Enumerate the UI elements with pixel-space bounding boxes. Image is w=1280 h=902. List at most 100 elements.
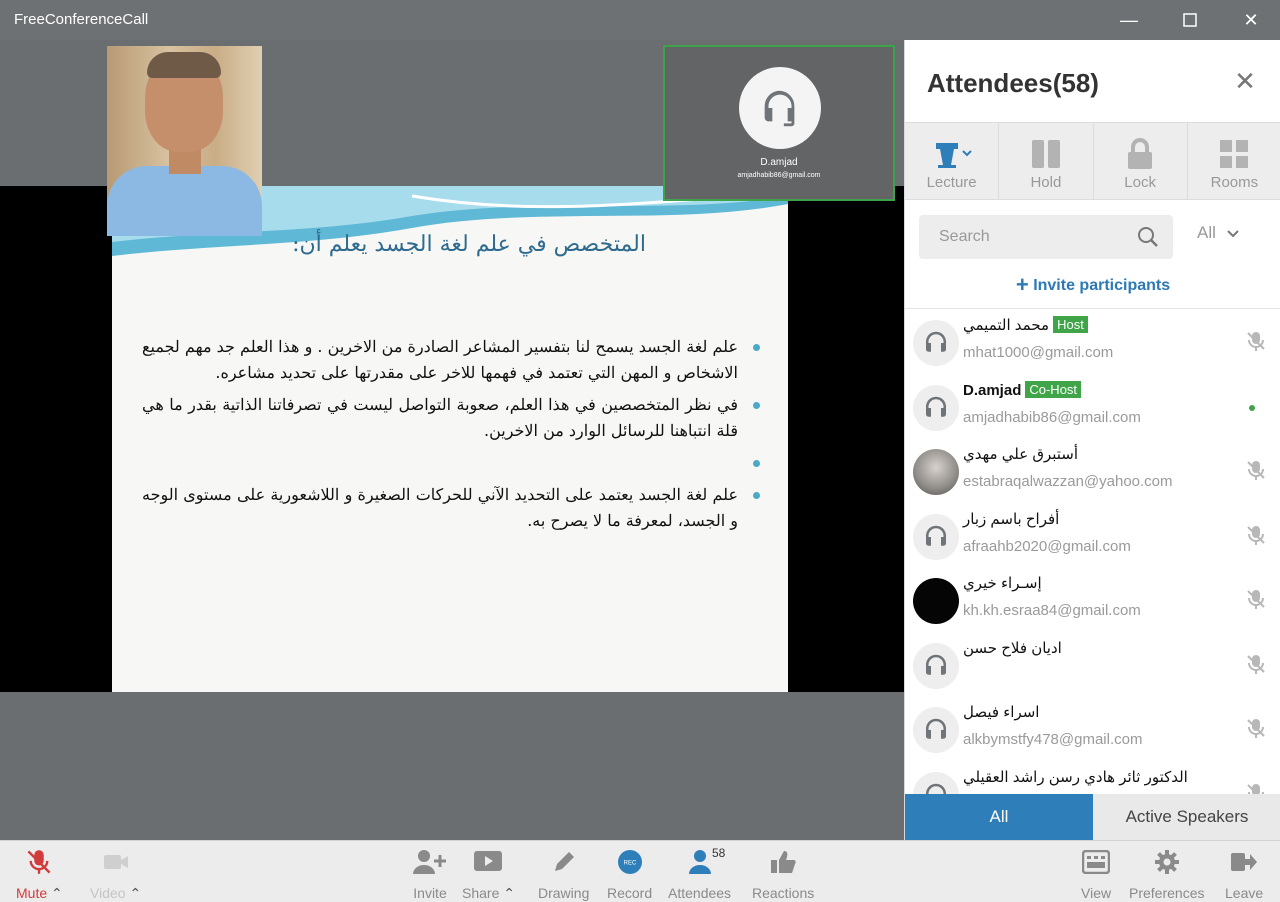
host-badge: Host [1053,316,1088,333]
title-bar: FreeConferenceCall — ✕ [0,0,1280,40]
minimize-button[interactable]: — [1114,6,1144,34]
record-icon: REC [607,849,652,875]
video-stage: المتخصص في علم لغة الجسد يعلم أن: علم لغ… [0,40,904,840]
self-camera-video[interactable] [107,46,262,236]
attendee-email: kh.kh.esraa84@gmail.com [963,602,1141,619]
search-input[interactable] [919,215,1129,259]
svg-text:REC: REC [623,861,636,867]
lecture-label: Lecture [926,174,977,191]
attendee-row[interactable]: محمد التميمي Host mhat1000@gmail.com [905,310,1280,375]
panel-title: Attendees(58) [927,68,1099,98]
record-label: Record [607,885,653,901]
active-speaker-tile[interactable]: D.amjad amjadhabib86@gmail.com [663,45,895,201]
close-panel-button[interactable]: ✕ [1230,66,1260,96]
attendees-button[interactable]: 58 Attendees [668,846,731,901]
invite-button[interactable]: Invite [413,849,447,901]
pencil-icon [538,849,589,875]
preferences-button[interactable]: Preferences [1129,849,1204,901]
headset-avatar-icon [913,771,959,794]
slide-bullet: في نظر المتخصصين في هذا العلم، صعوبة الت… [142,392,762,444]
chevron-up-icon: ⌃ [503,885,515,901]
attendee-name: اسراء فيصل [963,704,1040,721]
video-label: Video ⌃ [90,885,142,901]
attendee-row[interactable]: D.amjad Co-Host amjadhabib86@gmail.com [905,375,1280,440]
drawing-button[interactable]: Drawing [538,849,589,901]
mic-muted-icon[interactable] [1245,459,1267,481]
tab-all[interactable]: All [905,794,1093,840]
video-button[interactable]: Video ⌃ [90,849,141,902]
attendees-panel: Attendees(58) ✕ Lecture Hold Lock Rooms [904,40,1280,840]
view-button[interactable]: View [1081,849,1111,901]
attendee-name: D.amjad Co-Host [963,380,1082,399]
cohost-badge: Co-Host [1025,380,1082,398]
attendee-email: amjadhabib86@gmail.com [963,408,1141,426]
record-button[interactable]: REC Record [607,849,652,901]
hold-tool[interactable]: Hold [999,123,1094,199]
share-button[interactable]: Share ⌃ [462,849,515,902]
attendee-name: أستبرق علي مهدي [963,446,1079,463]
attendee-photo-avatar [913,449,959,495]
maximize-icon [1183,13,1197,27]
video-off-icon [90,849,141,875]
mic-muted-icon[interactable] [1245,717,1267,739]
lock-tool[interactable]: Lock [1094,123,1188,199]
gear-icon [1129,849,1204,875]
attendees-count-badge: 58 [712,846,726,860]
invite-participants-link[interactable]: + Invite participants [905,272,1280,298]
lecture-tool[interactable]: Lecture [905,123,1000,199]
attendee-name: الدكتور ثائر هادي رسن راشد العقيلي [963,768,1188,786]
speaker-email: amjadhabib86@gmail.com [737,172,821,179]
share-label: Share ⌃ [462,885,515,901]
attendee-row[interactable]: الدكتور ثائر هادي رسن راشد العقيلي [905,762,1280,795]
lock-label: Lock [1124,174,1156,191]
attendee-name: اديان فلاح حسن [963,639,1062,657]
mic-muted-icon[interactable] [1245,524,1267,546]
attendee-email: estabraqalwazzan@yahoo.com [963,473,1173,490]
attendee-row[interactable]: أفراح باسم زبار afraahb2020@gmail.com [905,504,1280,569]
shared-slide: المتخصص في علم لغة الجسد يعلم أن: علم لغ… [112,186,788,692]
attendee-row[interactable]: إسـراء خيري kh.kh.esraa84@gmail.com [905,568,1280,633]
thumbs-up-icon [752,849,814,875]
slide-bullet: علم لغة الجسد يعتمد على التحديد الآني لل… [142,482,762,534]
mic-muted-icon [16,849,63,875]
mic-muted-icon[interactable] [1245,588,1267,610]
attendee-name: محمد التميمي Host [963,316,1088,334]
reactions-button[interactable]: Reactions [752,849,814,901]
leave-button[interactable]: Leave [1225,849,1263,901]
maximize-button[interactable] [1175,6,1205,34]
mic-muted-icon[interactable] [1245,653,1267,675]
attendee-row[interactable]: اديان فلاح حسن [905,633,1280,698]
filter-value: All [1197,223,1216,242]
slide-bullet: علم لغة الجسد يسمح لنا بتفسير المشاعر ال… [142,334,762,386]
attendee-row[interactable]: اسراء فيصل alkbymstfy478@gmail.com [905,697,1280,762]
close-window-button[interactable]: ✕ [1236,6,1266,34]
chevron-down-icon [1226,230,1239,238]
mute-button[interactable]: Mute ⌃ [16,849,63,902]
pause-icon [999,137,1092,171]
invite-participants-label: Invite participants [1033,277,1171,294]
mic-muted-icon[interactable] [1245,782,1267,795]
attendee-email: mhat1000@gmail.com [963,344,1114,361]
speaker-name: D.amjad [760,157,798,168]
meeting-toolbar: Mute ⌃ Video ⌃ Invite Share ⌃ Drawing RE… [0,840,1280,902]
view-label: View [1081,885,1112,901]
mic-muted-icon[interactable] [1245,330,1267,352]
slide-bullets: علم لغة الجسد يسمح لنا بتفسير المشاعر ال… [142,334,762,540]
search-icon[interactable] [1137,226,1159,248]
headset-avatar-icon [913,384,959,431]
chevron-up-icon: ⌃ [129,885,142,901]
reactions-label: Reactions [752,885,815,901]
view-layout-icon [1081,849,1111,875]
attendee-email: alkbymstfy478@gmail.com [963,731,1143,748]
attendee-row[interactable]: أستبرق علي مهدي estabraqalwazzan@yahoo.c… [905,439,1280,504]
moderator-tools: Lecture Hold Lock Rooms [905,122,1280,200]
exit-icon [1225,849,1263,875]
rooms-tool[interactable]: Rooms [1188,123,1280,199]
slide-title: المتخصص في علم لغة الجسد يعلم أن: [292,232,646,257]
tab-active-speakers[interactable]: Active Speakers [1093,794,1280,840]
chevron-up-icon: ⌃ [51,885,63,901]
hold-label: Hold [1030,174,1062,191]
attendee-filter-dropdown[interactable]: All [1197,223,1239,243]
mute-label: Mute ⌃ [16,885,63,901]
attendee-photo-avatar [913,578,959,624]
